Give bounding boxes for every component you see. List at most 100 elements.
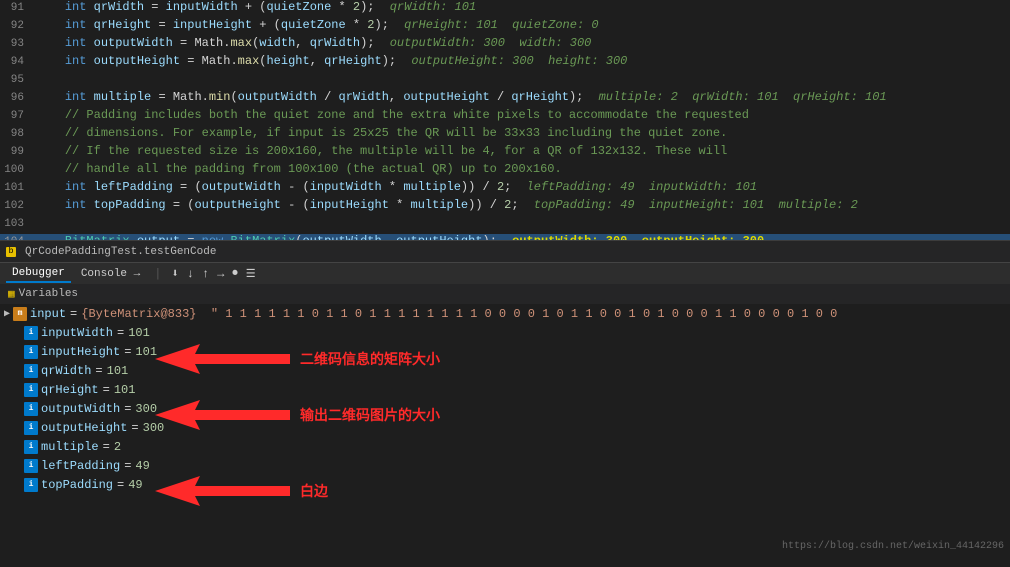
line-number: 100	[0, 164, 32, 176]
code-text	[32, 72, 1010, 86]
var-val-topPadding: 49	[128, 478, 142, 492]
var-eq-qrHeight: =	[103, 383, 110, 397]
step-out-icon[interactable]: ↑	[202, 267, 209, 281]
bug-tab-bar: b QrCodePaddingTest.testGenCode	[0, 240, 1010, 262]
tab-console[interactable]: Console →	[75, 266, 146, 282]
expand-arrow-input[interactable]: ▶	[4, 308, 10, 320]
var-name-qrWidth: qrWidth	[41, 364, 91, 378]
code-text: int leftPadding = (outputWidth - (inputW…	[32, 180, 1010, 194]
var-eq-input: =	[70, 307, 77, 321]
evaluate-icon[interactable]: ⏺	[232, 268, 238, 280]
code-text: // dimensions. For example, if input is …	[32, 126, 1010, 140]
var-val-input: {ByteMatrix@833} " 1 1 1 1 1 1 0 1 1 0 1…	[81, 307, 837, 321]
var-icon-outputWidth: i	[24, 402, 38, 416]
var-name-leftPadding: leftPadding	[41, 459, 120, 473]
code-line-96: 96 int multiple = Math.min(outputWidth /…	[0, 90, 1010, 108]
var-icon-multiple: i	[24, 440, 38, 454]
var-name-input: input	[30, 307, 66, 321]
code-text: // If the requested size is 200x160, the…	[32, 144, 1010, 158]
frames-icon[interactable]: ☰	[246, 267, 256, 281]
var-val-outputHeight: 300	[143, 421, 165, 435]
variables-header-label: Variables	[19, 288, 78, 300]
var-eq-topPadding: =	[117, 478, 124, 492]
line-number: 91	[0, 2, 32, 14]
pipe-separator: |	[154, 267, 161, 281]
var-row-multiple[interactable]: i multiple = 2	[0, 437, 1010, 456]
var-row-outputHeight[interactable]: i outputHeight = 300	[0, 418, 1010, 437]
line-number: 99	[0, 146, 32, 158]
code-editor: 91 int qrWidth = inputWidth + (quietZone…	[0, 0, 1010, 240]
code-line-98: 98 // dimensions. For example, if input …	[0, 126, 1010, 144]
var-row-inputHeight[interactable]: i inputHeight = 101	[0, 342, 1010, 361]
debug-file-path: QrCodePaddingTest.testGenCode	[19, 244, 222, 260]
bottom-url: https://blog.csdn.net/weixin_44142296	[776, 539, 1010, 554]
var-row-qrWidth[interactable]: i qrWidth = 101	[0, 361, 1010, 380]
code-line-94: 94 int outputHeight = Math.max(height, q…	[0, 54, 1010, 72]
code-text: int multiple = Math.min(outputWidth / qr…	[32, 90, 1010, 104]
var-val-inputWidth: 101	[128, 326, 150, 340]
code-line-95: 95	[0, 72, 1010, 90]
code-text: int qrWidth = inputWidth + (quietZone * …	[32, 0, 1010, 14]
var-val-qrWidth: 101	[107, 364, 129, 378]
line-number: 95	[0, 74, 32, 86]
var-val-multiple: 2	[114, 440, 121, 454]
var-eq-qrWidth: =	[95, 364, 102, 378]
debugger-tab-bar[interactable]: Debugger Console → | ⬇ ↓ ↑ → ⏺ ☰	[0, 262, 1010, 284]
var-val-qrHeight: 101	[114, 383, 136, 397]
var-name-qrHeight: qrHeight	[41, 383, 99, 397]
var-val-leftPadding: 49	[135, 459, 149, 473]
run-to-cursor-icon[interactable]: →	[217, 267, 224, 281]
var-name-outputHeight: outputHeight	[41, 421, 127, 435]
var-val-inputHeight: 101	[135, 345, 157, 359]
code-text: int qrHeight = inputHeight + (quietZone …	[32, 18, 1010, 32]
var-row-inputWidth[interactable]: i inputWidth = 101	[0, 323, 1010, 342]
code-text	[32, 216, 1010, 230]
line-number: 94	[0, 56, 32, 68]
var-eq-outputHeight: =	[131, 421, 138, 435]
code-text: int outputWidth = Math.max(width, qrWidt…	[32, 36, 1010, 50]
var-name-outputWidth: outputWidth	[41, 402, 120, 416]
variables-header-icon: ▦	[8, 287, 15, 301]
var-row-input[interactable]: ▶ m input = {ByteMatrix@833} " 1 1 1 1 1…	[0, 304, 1010, 323]
var-row-topPadding[interactable]: i topPadding = 49	[0, 475, 1010, 494]
var-row-qrHeight[interactable]: i qrHeight = 101	[0, 380, 1010, 399]
var-eq-inputHeight: =	[124, 345, 131, 359]
bug-tab-icon: b	[6, 247, 16, 257]
var-icon-inputWidth: i	[24, 326, 38, 340]
code-line-92: 92 int qrHeight = inputHeight + (quietZo…	[0, 18, 1010, 36]
step-over-icon[interactable]: ⬇	[171, 266, 178, 281]
code-line-97: 97 // Padding includes both the quiet zo…	[0, 108, 1010, 126]
line-number: 92	[0, 20, 32, 32]
tab-debugger[interactable]: Debugger	[6, 265, 71, 283]
var-eq-inputWidth: =	[117, 326, 124, 340]
variables-header: ▦ Variables	[0, 284, 1010, 304]
var-icon-outputHeight: i	[24, 421, 38, 435]
app-container: 91 int qrWidth = inputWidth + (quietZone…	[0, 0, 1010, 567]
code-text: int outputHeight = Math.max(height, qrHe…	[32, 54, 1010, 68]
line-number: 103	[0, 218, 32, 230]
var-name-multiple: multiple	[41, 440, 99, 454]
code-text: BitMatrix output = new BitMatrix(outputW…	[32, 234, 1010, 240]
line-number: 98	[0, 128, 32, 140]
var-icon-qrWidth: i	[24, 364, 38, 378]
line-number: 97	[0, 110, 32, 122]
code-line-103: 103	[0, 216, 1010, 234]
code-line-104: 104 BitMatrix output = new BitMatrix(out…	[0, 234, 1010, 240]
line-number: 96	[0, 92, 32, 104]
var-icon-qrHeight: i	[24, 383, 38, 397]
code-text: // handle all the padding from 100x100 (…	[32, 162, 1010, 176]
line-number: 101	[0, 182, 32, 194]
code-line-101: 101 int leftPadding = (outputWidth - (in…	[0, 180, 1010, 198]
line-number: 102	[0, 200, 32, 212]
code-text: // Padding includes both the quiet zone …	[32, 108, 1010, 122]
line-number: 93	[0, 38, 32, 50]
variables-panel: ▦ Variables ▶ m input = {ByteMatrix@833}…	[0, 284, 1010, 554]
var-val-outputWidth: 300	[135, 402, 157, 416]
var-row-outputWidth[interactable]: i outputWidth = 300	[0, 399, 1010, 418]
step-into-icon[interactable]: ↓	[187, 267, 194, 281]
var-eq-outputWidth: =	[124, 402, 131, 416]
var-icon-inputHeight: i	[24, 345, 38, 359]
line-number: 104	[0, 236, 32, 240]
var-row-leftPadding[interactable]: i leftPadding = 49	[0, 456, 1010, 475]
code-text: int topPadding = (outputHeight - (inputH…	[32, 198, 1010, 212]
